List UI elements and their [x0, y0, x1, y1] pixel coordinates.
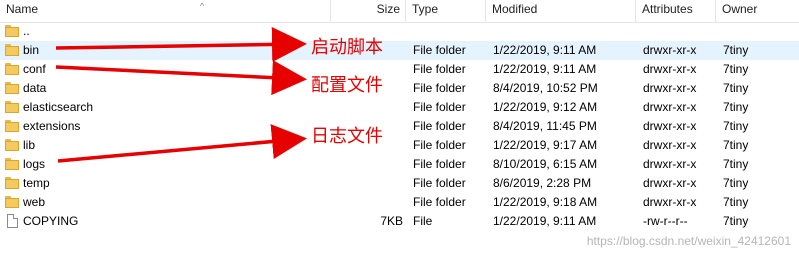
- folder-icon: [5, 25, 19, 37]
- file-type: File folder: [413, 195, 466, 209]
- file-name: COPYING: [23, 214, 79, 228]
- file-name: lib: [23, 138, 36, 152]
- column-header-type[interactable]: Type: [406, 0, 486, 22]
- file-owner: 7tiny: [723, 100, 749, 114]
- column-header-size[interactable]: Size: [330, 0, 406, 22]
- column-header-owner[interactable]: Owner: [716, 0, 799, 22]
- folder-icon: [5, 196, 19, 208]
- column-header-type-label: Type: [412, 2, 439, 16]
- file-name: elasticsearch: [23, 100, 94, 114]
- file-owner: 7tiny: [723, 43, 749, 57]
- file-list: .. bin File folder 1/22/2019, 9:11 AM dr…: [0, 22, 799, 231]
- file-attributes: -rw-r--r--: [643, 214, 688, 228]
- file-owner: 7tiny: [723, 138, 749, 152]
- file-name: logs: [23, 157, 46, 171]
- file-attributes: drwxr-xr-x: [643, 195, 697, 209]
- watermark: https://blog.csdn.net/weixin_42412601: [586, 234, 791, 248]
- file-icon: [7, 214, 18, 228]
- column-header-bar: Name ^ Size Type Modified Attributes Own…: [0, 0, 799, 23]
- file-row-logs[interactable]: logs File folder 8/10/2019, 6:15 AM drwx…: [0, 155, 799, 174]
- file-owner: 7tiny: [723, 195, 749, 209]
- file-modified: 8/6/2019, 2:28 PM: [493, 176, 592, 190]
- file-owner: 7tiny: [723, 119, 749, 133]
- file-row-web[interactable]: web File folder 1/22/2019, 9:18 AM drwxr…: [0, 193, 799, 212]
- column-header-modified-label: Modified: [492, 2, 538, 16]
- file-type: File folder: [413, 62, 466, 76]
- column-header-size-label: Size: [376, 2, 400, 16]
- file-type: File folder: [413, 176, 466, 190]
- file-type: File folder: [413, 157, 466, 171]
- file-modified: 8/4/2019, 10:52 PM: [493, 81, 598, 95]
- file-owner: 7tiny: [723, 62, 749, 76]
- file-attributes: drwxr-xr-x: [643, 62, 697, 76]
- file-type: File: [413, 214, 433, 228]
- file-attributes: drwxr-xr-x: [643, 43, 697, 57]
- file-owner: 7tiny: [723, 157, 749, 171]
- column-header-owner-label: Owner: [722, 2, 758, 16]
- file-row-temp[interactable]: temp File folder 8/6/2019, 2:28 PM drwxr…: [0, 174, 799, 193]
- file-row-data[interactable]: data File folder 8/4/2019, 10:52 PM drwx…: [0, 79, 799, 98]
- file-owner: 7tiny: [723, 176, 749, 190]
- file-row-lib[interactable]: lib File folder 1/22/2019, 9:17 AM drwxr…: [0, 136, 799, 155]
- annotation-config-files: 配置文件: [311, 75, 383, 96]
- file-name: extensions: [23, 119, 81, 133]
- file-row-conf[interactable]: conf File folder 1/22/2019, 9:11 AM drwx…: [0, 60, 799, 79]
- file-attributes: drwxr-xr-x: [643, 119, 697, 133]
- file-attributes: drwxr-xr-x: [643, 176, 697, 190]
- file-modified: 1/22/2019, 9:11 AM: [493, 43, 597, 57]
- file-row-elasticsearch[interactable]: elasticsearch File folder 1/22/2019, 9:1…: [0, 98, 799, 117]
- folder-icon: [5, 139, 19, 151]
- file-modified: 8/4/2019, 11:45 PM: [493, 119, 597, 133]
- file-attributes: drwxr-xr-x: [643, 100, 697, 114]
- file-row-parent[interactable]: ..: [0, 22, 799, 41]
- file-attributes: drwxr-xr-x: [643, 157, 697, 171]
- file-size: 7KB: [380, 214, 403, 228]
- file-attributes: drwxr-xr-x: [643, 138, 697, 152]
- folder-icon: [5, 44, 19, 56]
- file-attributes: drwxr-xr-x: [643, 81, 697, 95]
- column-header-name-label: Name: [6, 2, 39, 16]
- annotation-startup-scripts: 启动脚本: [311, 37, 383, 58]
- file-owner: 7tiny: [723, 214, 749, 228]
- column-header-attributes[interactable]: Attributes: [636, 0, 716, 22]
- folder-icon: [5, 177, 19, 189]
- file-name: bin: [23, 43, 40, 57]
- file-modified: 1/22/2019, 9:17 AM: [493, 138, 598, 152]
- file-type: File folder: [413, 43, 466, 57]
- file-modified: 1/22/2019, 9:11 AM: [493, 62, 597, 76]
- file-type: File folder: [413, 138, 466, 152]
- file-row-bin[interactable]: bin File folder 1/22/2019, 9:11 AM drwxr…: [0, 41, 799, 60]
- file-row-copying[interactable]: COPYING 7KB File 1/22/2019, 9:11 AM -rw-…: [0, 212, 799, 231]
- folder-icon: [5, 158, 19, 170]
- file-name: web: [23, 195, 46, 209]
- file-row-extensions[interactable]: extensions File folder 8/4/2019, 11:45 P…: [0, 117, 799, 136]
- folder-icon: [5, 101, 19, 113]
- annotation-log-files: 日志文件: [311, 126, 383, 147]
- file-name: temp: [23, 176, 50, 190]
- column-header-modified[interactable]: Modified: [486, 0, 636, 22]
- file-type: File folder: [413, 100, 466, 114]
- column-header-attributes-label: Attributes: [642, 2, 693, 16]
- file-modified: 1/22/2019, 9:18 AM: [493, 195, 598, 209]
- file-name: data: [23, 81, 47, 95]
- file-modified: 8/10/2019, 6:15 AM: [493, 157, 598, 171]
- file-modified: 1/22/2019, 9:12 AM: [493, 100, 598, 114]
- file-modified: 1/22/2019, 9:11 AM: [493, 214, 597, 228]
- folder-icon: [5, 63, 19, 75]
- folder-icon: [5, 82, 19, 94]
- folder-icon: [5, 120, 19, 132]
- file-type: File folder: [413, 119, 466, 133]
- file-name: ..: [23, 24, 30, 38]
- file-name: conf: [23, 62, 46, 76]
- sort-ascending-icon: ^: [200, 1, 205, 11]
- file-type: File folder: [413, 81, 466, 95]
- file-owner: 7tiny: [723, 81, 749, 95]
